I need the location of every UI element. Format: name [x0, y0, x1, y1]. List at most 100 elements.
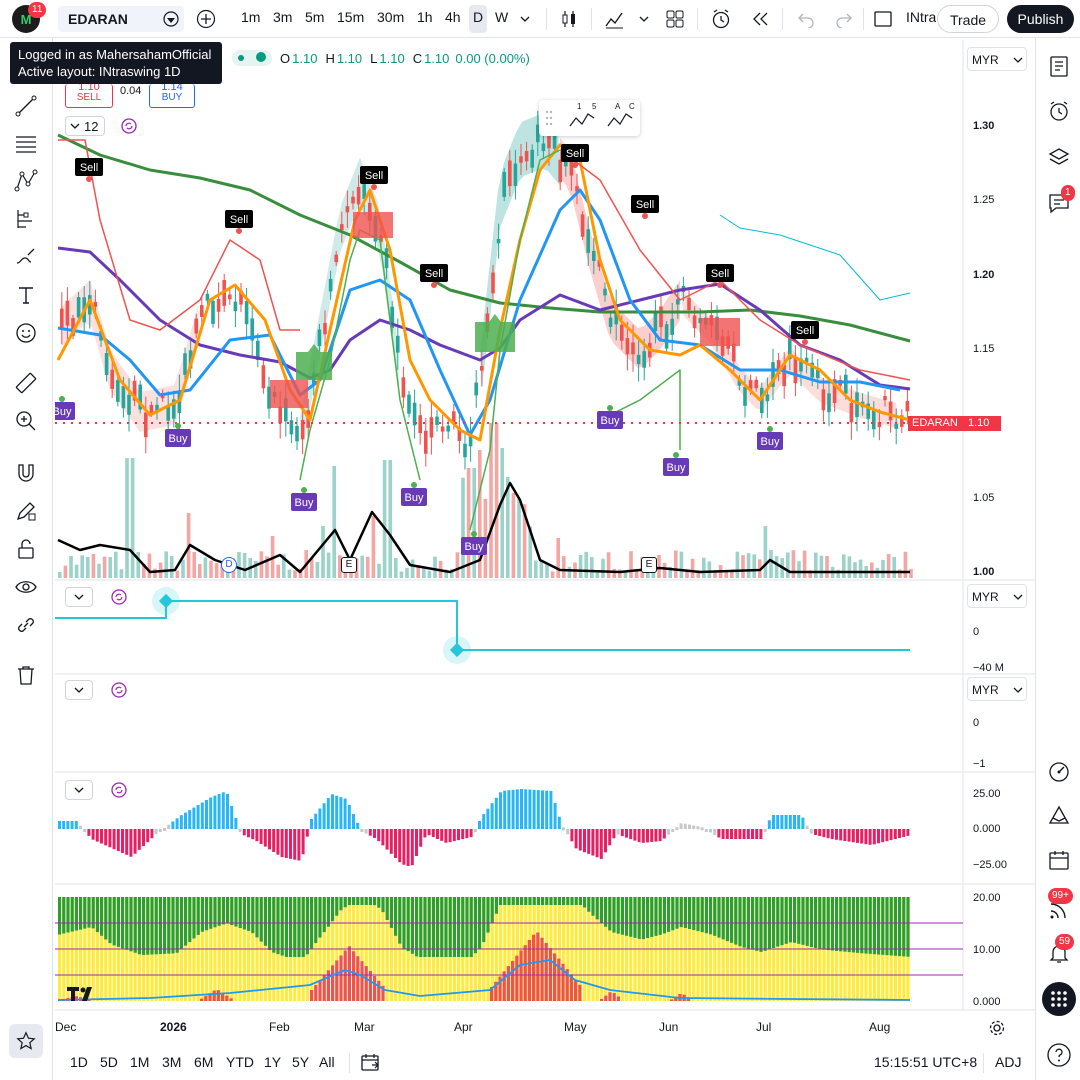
- watchlist-icon[interactable]: [1047, 54, 1071, 78]
- settings-gear-icon[interactable]: [988, 1019, 1006, 1037]
- momentum-bar: [322, 803, 326, 829]
- range-1y[interactable]: 1Y: [264, 1054, 281, 1070]
- chevron-down-icon[interactable]: [638, 13, 650, 25]
- magnet-icon[interactable]: [14, 461, 38, 485]
- trend-green-bar: [709, 897, 713, 935]
- lock-icon[interactable]: [14, 537, 38, 561]
- signal-dot: [371, 184, 377, 190]
- interval-1h[interactable]: 1h: [417, 9, 433, 25]
- zoom-icon[interactable]: [14, 409, 38, 433]
- help-icon[interactable]: [1046, 1042, 1072, 1068]
- layout-name[interactable]: INtra: [906, 9, 936, 25]
- interval-3m[interactable]: 3m: [273, 9, 292, 25]
- volume-bar: [612, 569, 616, 578]
- sell-order-button[interactable]: 1.10 SELL: [65, 84, 113, 108]
- range-1d[interactable]: 1D: [70, 1054, 88, 1070]
- ruler-icon[interactable]: [14, 371, 38, 395]
- currency-select-pane2[interactable]: MYR: [967, 584, 1027, 608]
- earnings-event-mark[interactable]: E: [641, 557, 657, 573]
- trade-button[interactable]: Trade: [937, 5, 999, 33]
- trend-line-icon[interactable]: [14, 94, 38, 118]
- trend-green-bar: [293, 897, 297, 957]
- indicators-icon[interactable]: [603, 8, 625, 30]
- candles-icon[interactable]: [558, 8, 580, 30]
- hotlist-gauge-icon[interactable]: [1047, 760, 1071, 784]
- clock-readout[interactable]: 15:15:51 UTC+8: [874, 1054, 977, 1070]
- text-icon[interactable]: [14, 283, 38, 307]
- adjust-toggle[interactable]: ADJ: [995, 1054, 1021, 1070]
- refresh-icon[interactable]: [110, 781, 128, 799]
- chevron-down-icon[interactable]: [519, 13, 531, 25]
- edit-lock-icon[interactable]: [14, 499, 38, 523]
- pane3-collapse-button[interactable]: [65, 680, 93, 700]
- ideas-icon[interactable]: [1047, 804, 1071, 828]
- range-ytd[interactable]: YTD: [226, 1054, 254, 1070]
- interval-5m[interactable]: 5m: [305, 9, 324, 25]
- pattern-icon[interactable]: [14, 169, 38, 193]
- buy-order-button[interactable]: 1.14 BUY: [149, 84, 195, 108]
- emoji-icon[interactable]: [14, 321, 38, 345]
- calendar-icon[interactable]: [1047, 848, 1071, 872]
- interval-4h[interactable]: 4h: [445, 9, 461, 25]
- range-all[interactable]: All: [319, 1054, 335, 1070]
- last-price-tag: EDARAN 1.10: [908, 416, 1001, 431]
- redo-icon[interactable]: [835, 10, 853, 28]
- pattern-toolbar[interactable]: 1 5 A C: [539, 100, 640, 136]
- brush-icon[interactable]: [14, 245, 38, 269]
- momentum-bar: [91, 829, 95, 840]
- candle-body: [849, 403, 854, 423]
- goto-date-calendar-icon[interactable]: [360, 1052, 380, 1072]
- refresh-icon[interactable]: [120, 117, 138, 135]
- earnings-event-mark[interactable]: E: [341, 557, 357, 573]
- replay-icon[interactable]: [750, 9, 770, 29]
- momentum-bar: [826, 829, 830, 839]
- candle-body: [356, 186, 361, 205]
- forecast-icon[interactable]: [14, 207, 38, 231]
- pane4-collapse-button[interactable]: [65, 780, 93, 800]
- trash-icon[interactable]: [14, 663, 38, 687]
- currency-select-main[interactable]: MYR: [967, 47, 1027, 71]
- fib-lines-icon[interactable]: [14, 132, 38, 156]
- interval-d[interactable]: D: [473, 9, 483, 25]
- interval-30m[interactable]: 30m: [377, 9, 404, 25]
- tradingview-logo[interactable]: [65, 984, 101, 1002]
- range-5y[interactable]: 5Y: [292, 1054, 309, 1070]
- alarm-clock-icon[interactable]: [1047, 99, 1071, 123]
- momentum-bar: [797, 815, 801, 829]
- undo-icon[interactable]: [797, 10, 815, 28]
- refresh-icon[interactable]: [110, 588, 128, 606]
- refresh-icon[interactable]: [110, 681, 128, 699]
- add-symbol-icon[interactable]: [196, 9, 216, 29]
- pane2-collapse-button[interactable]: [65, 587, 93, 607]
- chart-area[interactable]: Sell Sell Sell Sell Sell Sell Sell Sell Buy Buy Bu…: [55, 40, 1035, 1040]
- momentum-bar: [205, 800, 208, 829]
- range-5d[interactable]: 5D: [100, 1054, 118, 1070]
- range-1m[interactable]: 1M: [130, 1054, 149, 1070]
- currency-select-pane3[interactable]: MYR: [967, 677, 1027, 701]
- pane5-tick-20: 20.00: [973, 892, 1001, 904]
- divider: [697, 8, 698, 30]
- link-icon[interactable]: [14, 613, 38, 637]
- candle-body: [463, 443, 467, 458]
- eye-icon[interactable]: [14, 575, 38, 599]
- interval-15m[interactable]: 15m: [337, 9, 364, 25]
- watchlist-star-button[interactable]: [9, 1024, 43, 1058]
- publish-button[interactable]: Publish: [1007, 5, 1074, 33]
- compare-diamond-icon[interactable]: [162, 10, 180, 28]
- alert-clock-icon[interactable]: [710, 8, 732, 30]
- range-6m[interactable]: 6M: [194, 1054, 213, 1070]
- interval-w[interactable]: W: [495, 9, 508, 25]
- momentum-bar: [406, 829, 410, 866]
- symbol-search[interactable]: EDARAN: [58, 6, 184, 32]
- momentum-bar: [339, 797, 343, 829]
- drag-handle-icon[interactable]: [545, 110, 553, 126]
- trend-green-bar: [730, 897, 734, 943]
- fullscreen-square-icon[interactable]: [873, 9, 893, 29]
- range-3m[interactable]: 3M: [162, 1054, 181, 1070]
- apps-grid-button[interactable]: [1042, 982, 1076, 1016]
- dividend-event-mark[interactable]: D: [221, 557, 237, 573]
- layouts-grid-icon[interactable]: [665, 9, 685, 29]
- indicators-toggle[interactable]: 12: [65, 116, 105, 136]
- interval-1m[interactable]: 1m: [241, 9, 260, 25]
- layers-icon[interactable]: [1047, 145, 1071, 169]
